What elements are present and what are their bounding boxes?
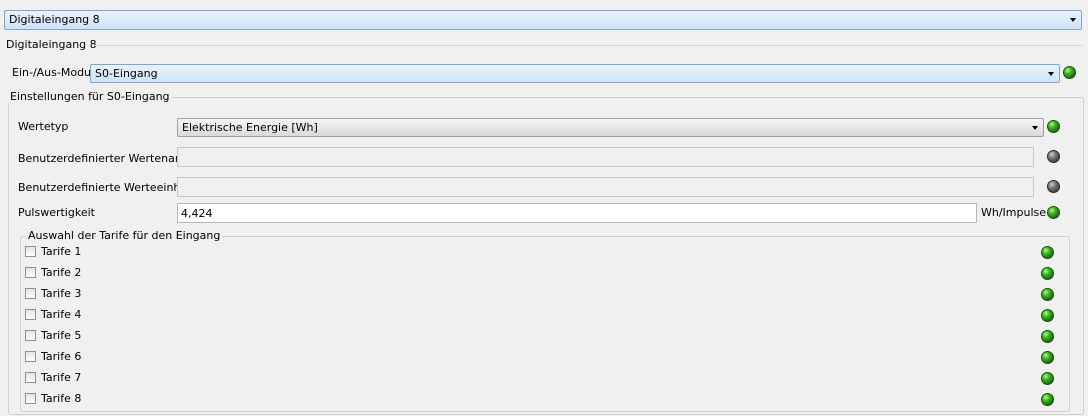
custom-name-input[interactable] xyxy=(177,147,1034,167)
tariff-checkbox[interactable] xyxy=(25,351,36,362)
value-type-value: Elektrische Energie [Wh] xyxy=(182,121,318,134)
mode-value: S0-Eingang xyxy=(95,67,158,80)
section-divider xyxy=(95,45,1083,46)
tariff-checkbox[interactable] xyxy=(25,309,36,320)
tariff-label: Tarife 8 xyxy=(41,392,82,405)
tariffs-groupbox xyxy=(20,236,1070,412)
tariff-checkbox[interactable] xyxy=(25,267,36,278)
tariff-status-led-icon xyxy=(1041,372,1054,385)
chevron-down-icon xyxy=(1032,126,1038,130)
tariff-label: Tarife 2 xyxy=(41,266,82,279)
tariff-status-led-icon xyxy=(1041,393,1054,406)
pulse-input[interactable] xyxy=(177,203,977,223)
pulse-label: Pulswertigkeit xyxy=(18,206,95,219)
tariff-label: Tarife 7 xyxy=(41,371,82,384)
value-type-status-led-icon xyxy=(1047,120,1060,133)
tariff-label: Tarife 6 xyxy=(41,350,82,363)
input-selector-value: Digitaleingang 8 xyxy=(9,13,100,26)
tariff-label: Tarife 4 xyxy=(41,308,82,321)
tariff-label: Tarife 3 xyxy=(41,287,82,300)
tariff-label: Tarife 5 xyxy=(41,329,82,342)
mode-status-led-icon xyxy=(1063,66,1076,79)
tariff-status-led-icon xyxy=(1041,351,1054,364)
input-selector-dropdown[interactable]: Digitaleingang 8 xyxy=(4,10,1082,30)
pulse-status-led-icon xyxy=(1047,206,1060,219)
tariff-checkbox[interactable] xyxy=(25,246,36,257)
custom-unit-status-led-icon xyxy=(1047,180,1060,193)
custom-unit-input[interactable] xyxy=(177,177,1034,197)
settings-group-title: Einstellungen für S0-Eingang xyxy=(8,90,172,103)
tariff-status-led-icon xyxy=(1041,309,1054,322)
custom-unit-label: Benutzerdefinierte Werteeinheit xyxy=(18,181,195,194)
chevron-down-icon xyxy=(1048,72,1054,76)
chevron-down-icon xyxy=(1070,18,1076,22)
tariff-status-led-icon xyxy=(1041,330,1054,343)
mode-label: Ein-/Aus-Modus xyxy=(12,66,97,79)
custom-name-status-led-icon xyxy=(1047,150,1060,163)
tariff-checkbox[interactable] xyxy=(25,393,36,404)
section-title: Digitaleingang 8 xyxy=(6,38,97,51)
mode-dropdown[interactable]: S0-Eingang xyxy=(90,64,1060,83)
tariff-checkbox[interactable] xyxy=(25,288,36,299)
tariff-status-led-icon xyxy=(1041,246,1054,259)
tariff-checkbox[interactable] xyxy=(25,372,36,383)
value-type-label: Wertetyp xyxy=(18,120,69,133)
custom-name-label: Benutzerdefinierter Wertename xyxy=(18,152,193,165)
tariffs-group-title: Auswahl der Tarife für den Eingang xyxy=(26,229,223,242)
tariff-checkbox[interactable] xyxy=(25,330,36,341)
tariff-status-led-icon xyxy=(1041,267,1054,280)
tariff-label: Tarife 1 xyxy=(41,245,82,258)
pulse-unit-label: Wh/Impulse xyxy=(981,206,1047,219)
tariff-status-led-icon xyxy=(1041,288,1054,301)
value-type-dropdown[interactable]: Elektrische Energie [Wh] xyxy=(177,118,1044,137)
